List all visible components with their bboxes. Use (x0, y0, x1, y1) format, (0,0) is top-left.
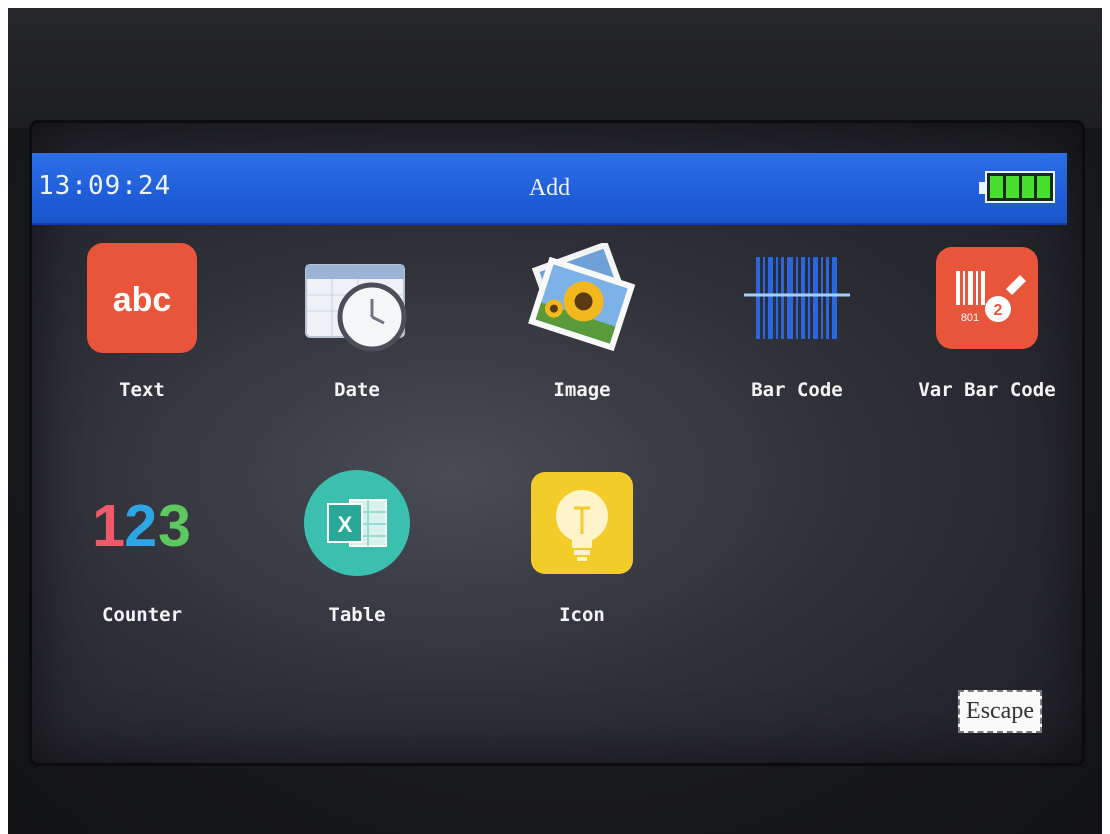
barcode-number: 801 (961, 312, 979, 324)
abc-glyph: abc (113, 281, 172, 319)
menu-item-label: Counter (101, 604, 183, 626)
barcode-icon (742, 243, 852, 353)
status-bar: 13:09:24 Add (32, 153, 1067, 225)
menu-item-table[interactable]: X Table (272, 468, 442, 626)
battery-cell (1021, 176, 1035, 198)
battery-cell (1005, 176, 1019, 198)
device-photo: 13:09:24 Add abc Text Date Image Bar Cod… (8, 8, 1102, 834)
menu-item-text[interactable]: abc Text (57, 243, 227, 401)
menu-item-label: Text (119, 379, 165, 401)
menu-item-label: Table (328, 604, 386, 626)
calendar-clock-icon (302, 243, 412, 353)
sunflower-photo-icon (527, 243, 637, 353)
battery-cell (1037, 176, 1050, 198)
page-title: Add (528, 175, 571, 201)
menu-item-label: Bar Code (751, 379, 843, 401)
counter-digit-2: 2 (124, 492, 157, 559)
menu-item-label: Image (553, 379, 611, 401)
device-bezel (8, 8, 1102, 128)
menu-item-label: Date (334, 379, 380, 401)
menu-item-label: Icon (559, 604, 605, 626)
battery-cell (990, 176, 1003, 198)
device-screen: 13:09:24 Add abc Text Date Image Bar Cod… (32, 123, 1082, 763)
battery-nub (979, 182, 985, 194)
menu-item-image[interactable]: Image (497, 243, 667, 401)
menu-item-label: Var Bar Code (918, 379, 1056, 401)
counter-123-icon: 1 2 3 (87, 468, 197, 578)
menu-item-icon[interactable]: Icon (497, 468, 667, 626)
menu-item-bar-code[interactable]: Bar Code (712, 243, 882, 401)
spreadsheet-icon: X (302, 468, 412, 578)
barcode-badge: 2 (994, 302, 1003, 319)
abc-text-icon: abc (87, 243, 197, 353)
menu-item-var-bar-code[interactable]: 801 2 Var Bar Code (902, 243, 1072, 401)
counter-digit-3: 3 (158, 492, 191, 559)
table-x-glyph: X (338, 512, 353, 537)
escape-button[interactable]: Escape (958, 690, 1042, 733)
counter-digit-1: 1 (92, 492, 125, 559)
lightbulb-icon (527, 468, 637, 578)
menu-item-date[interactable]: Date (272, 243, 442, 401)
variable-barcode-icon: 801 2 (932, 243, 1042, 353)
menu-item-counter[interactable]: 1 2 3 Counter (57, 468, 227, 626)
battery-icon (979, 171, 1055, 203)
